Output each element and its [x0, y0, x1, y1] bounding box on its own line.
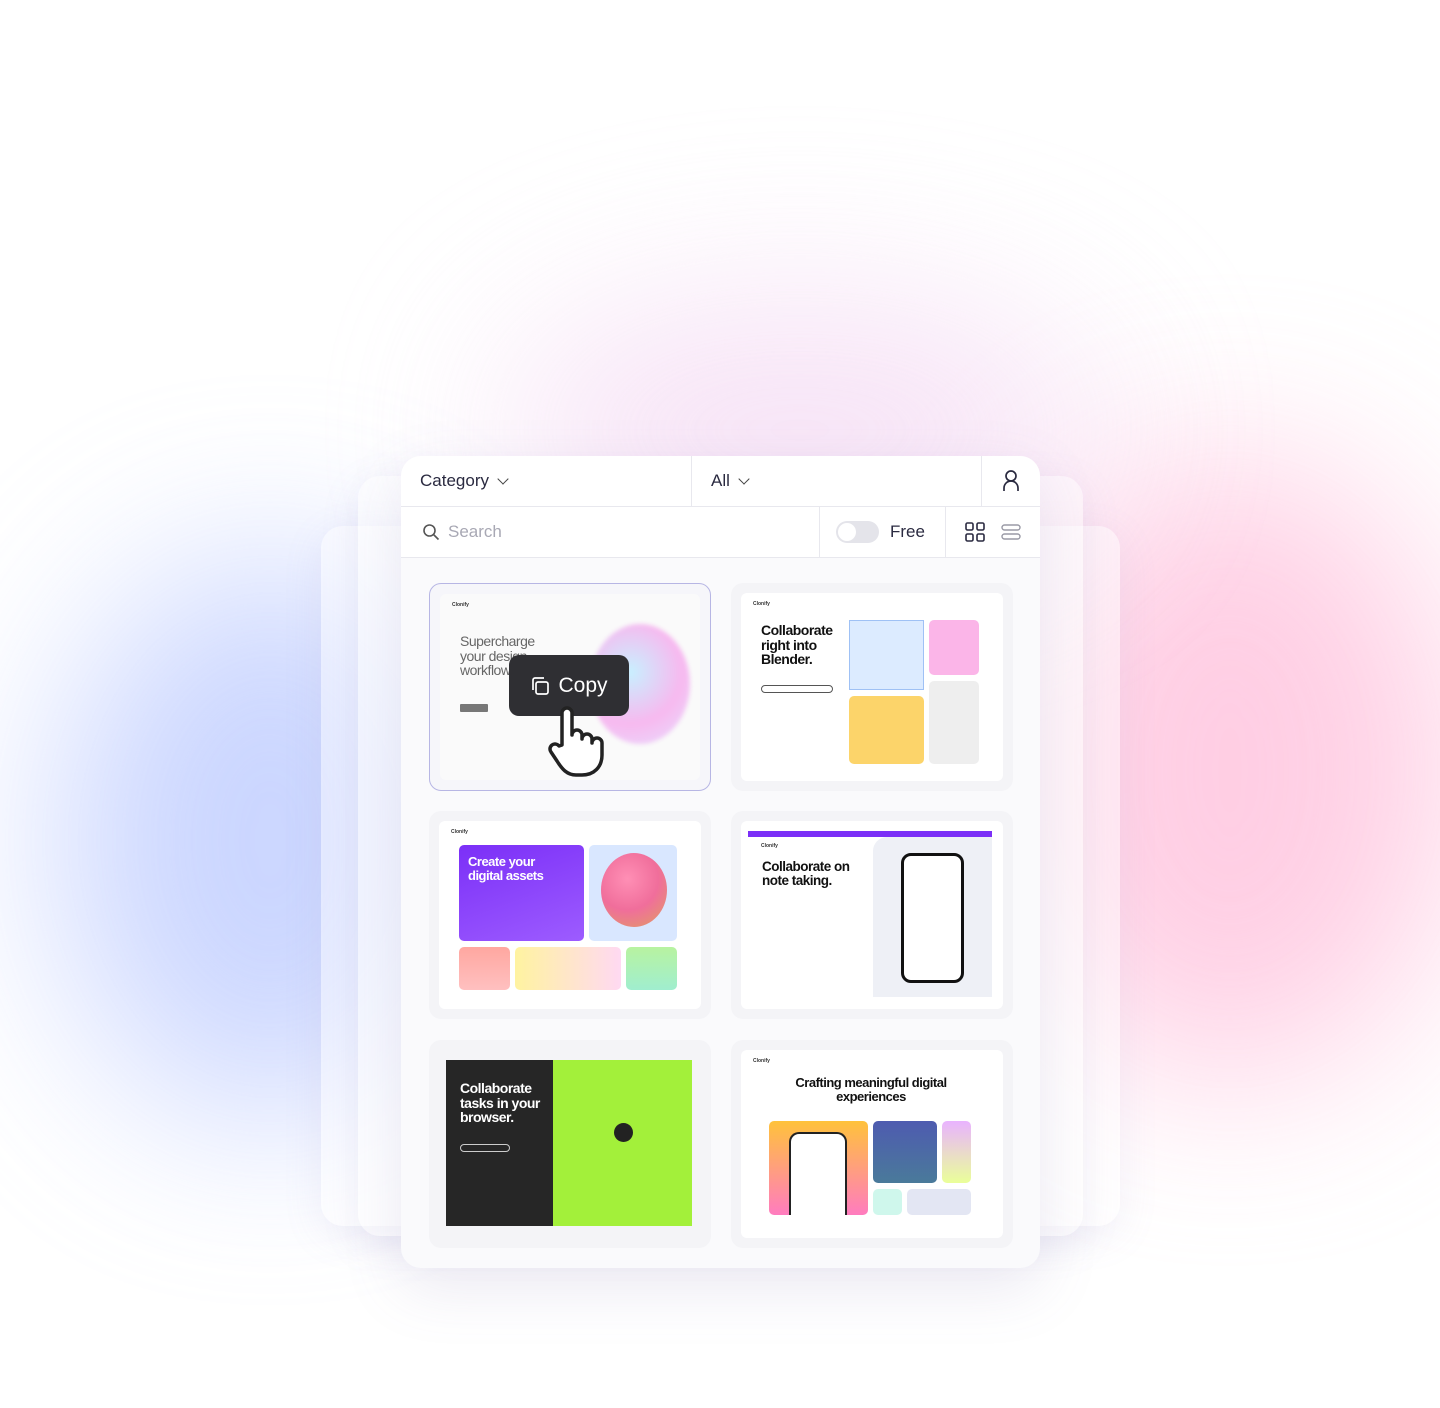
template-brand: Clonify — [452, 602, 469, 608]
user-icon — [1003, 470, 1019, 491]
template-headline: Crafting meaningful digital experiences — [795, 1075, 947, 1104]
filter-bar: Category All — [401, 456, 1040, 507]
free-label: Free — [890, 522, 925, 541]
template-brand: Clonify — [451, 829, 468, 835]
filter-dropdown[interactable]: All — [692, 456, 982, 506]
free-toggle[interactable] — [836, 521, 879, 543]
category-label: Category — [420, 471, 489, 490]
chevron-down-icon — [738, 473, 750, 485]
template-card[interactable]: Clonify Collaborate right into Blender. — [731, 583, 1013, 791]
search-bar: Search Free — [401, 507, 1040, 558]
search-input[interactable]: Search — [401, 507, 820, 557]
category-dropdown[interactable]: Category — [401, 456, 692, 506]
list-view-icon[interactable] — [1001, 524, 1021, 540]
template-brand: Clonify — [753, 1058, 770, 1064]
view-switcher — [946, 507, 1040, 557]
copy-label: Copy — [558, 673, 608, 697]
chevron-down-icon — [497, 473, 509, 485]
template-card[interactable]: Clonify Crafting meaningful digital expe… — [731, 1040, 1013, 1248]
free-filter[interactable]: Free — [820, 507, 946, 557]
copy-icon — [532, 676, 550, 695]
filter-label: All — [711, 471, 730, 490]
template-card[interactable]: Clonify Collaborate on note taking. — [731, 811, 1013, 1019]
grid-view-icon[interactable] — [965, 522, 985, 542]
template-card[interactable]: Clonify Create your digital assets — [429, 811, 711, 1019]
template-headline: Collaborate right into Blender. — [761, 622, 833, 668]
template-headline: Collaborate tasks in your browser. — [460, 1080, 540, 1126]
search-icon — [423, 524, 440, 541]
template-brand: Clonify — [753, 601, 770, 607]
template-headline: Create your digital assets — [468, 854, 544, 883]
user-button[interactable] — [982, 456, 1040, 506]
template-brand: Clonify — [761, 843, 778, 849]
template-card[interactable]: Collaborate tasks in your browser. — [429, 1040, 711, 1248]
template-headline: Collaborate on note taking. — [762, 859, 850, 889]
hand-pointer-icon — [548, 706, 604, 777]
search-placeholder: Search — [448, 522, 502, 541]
